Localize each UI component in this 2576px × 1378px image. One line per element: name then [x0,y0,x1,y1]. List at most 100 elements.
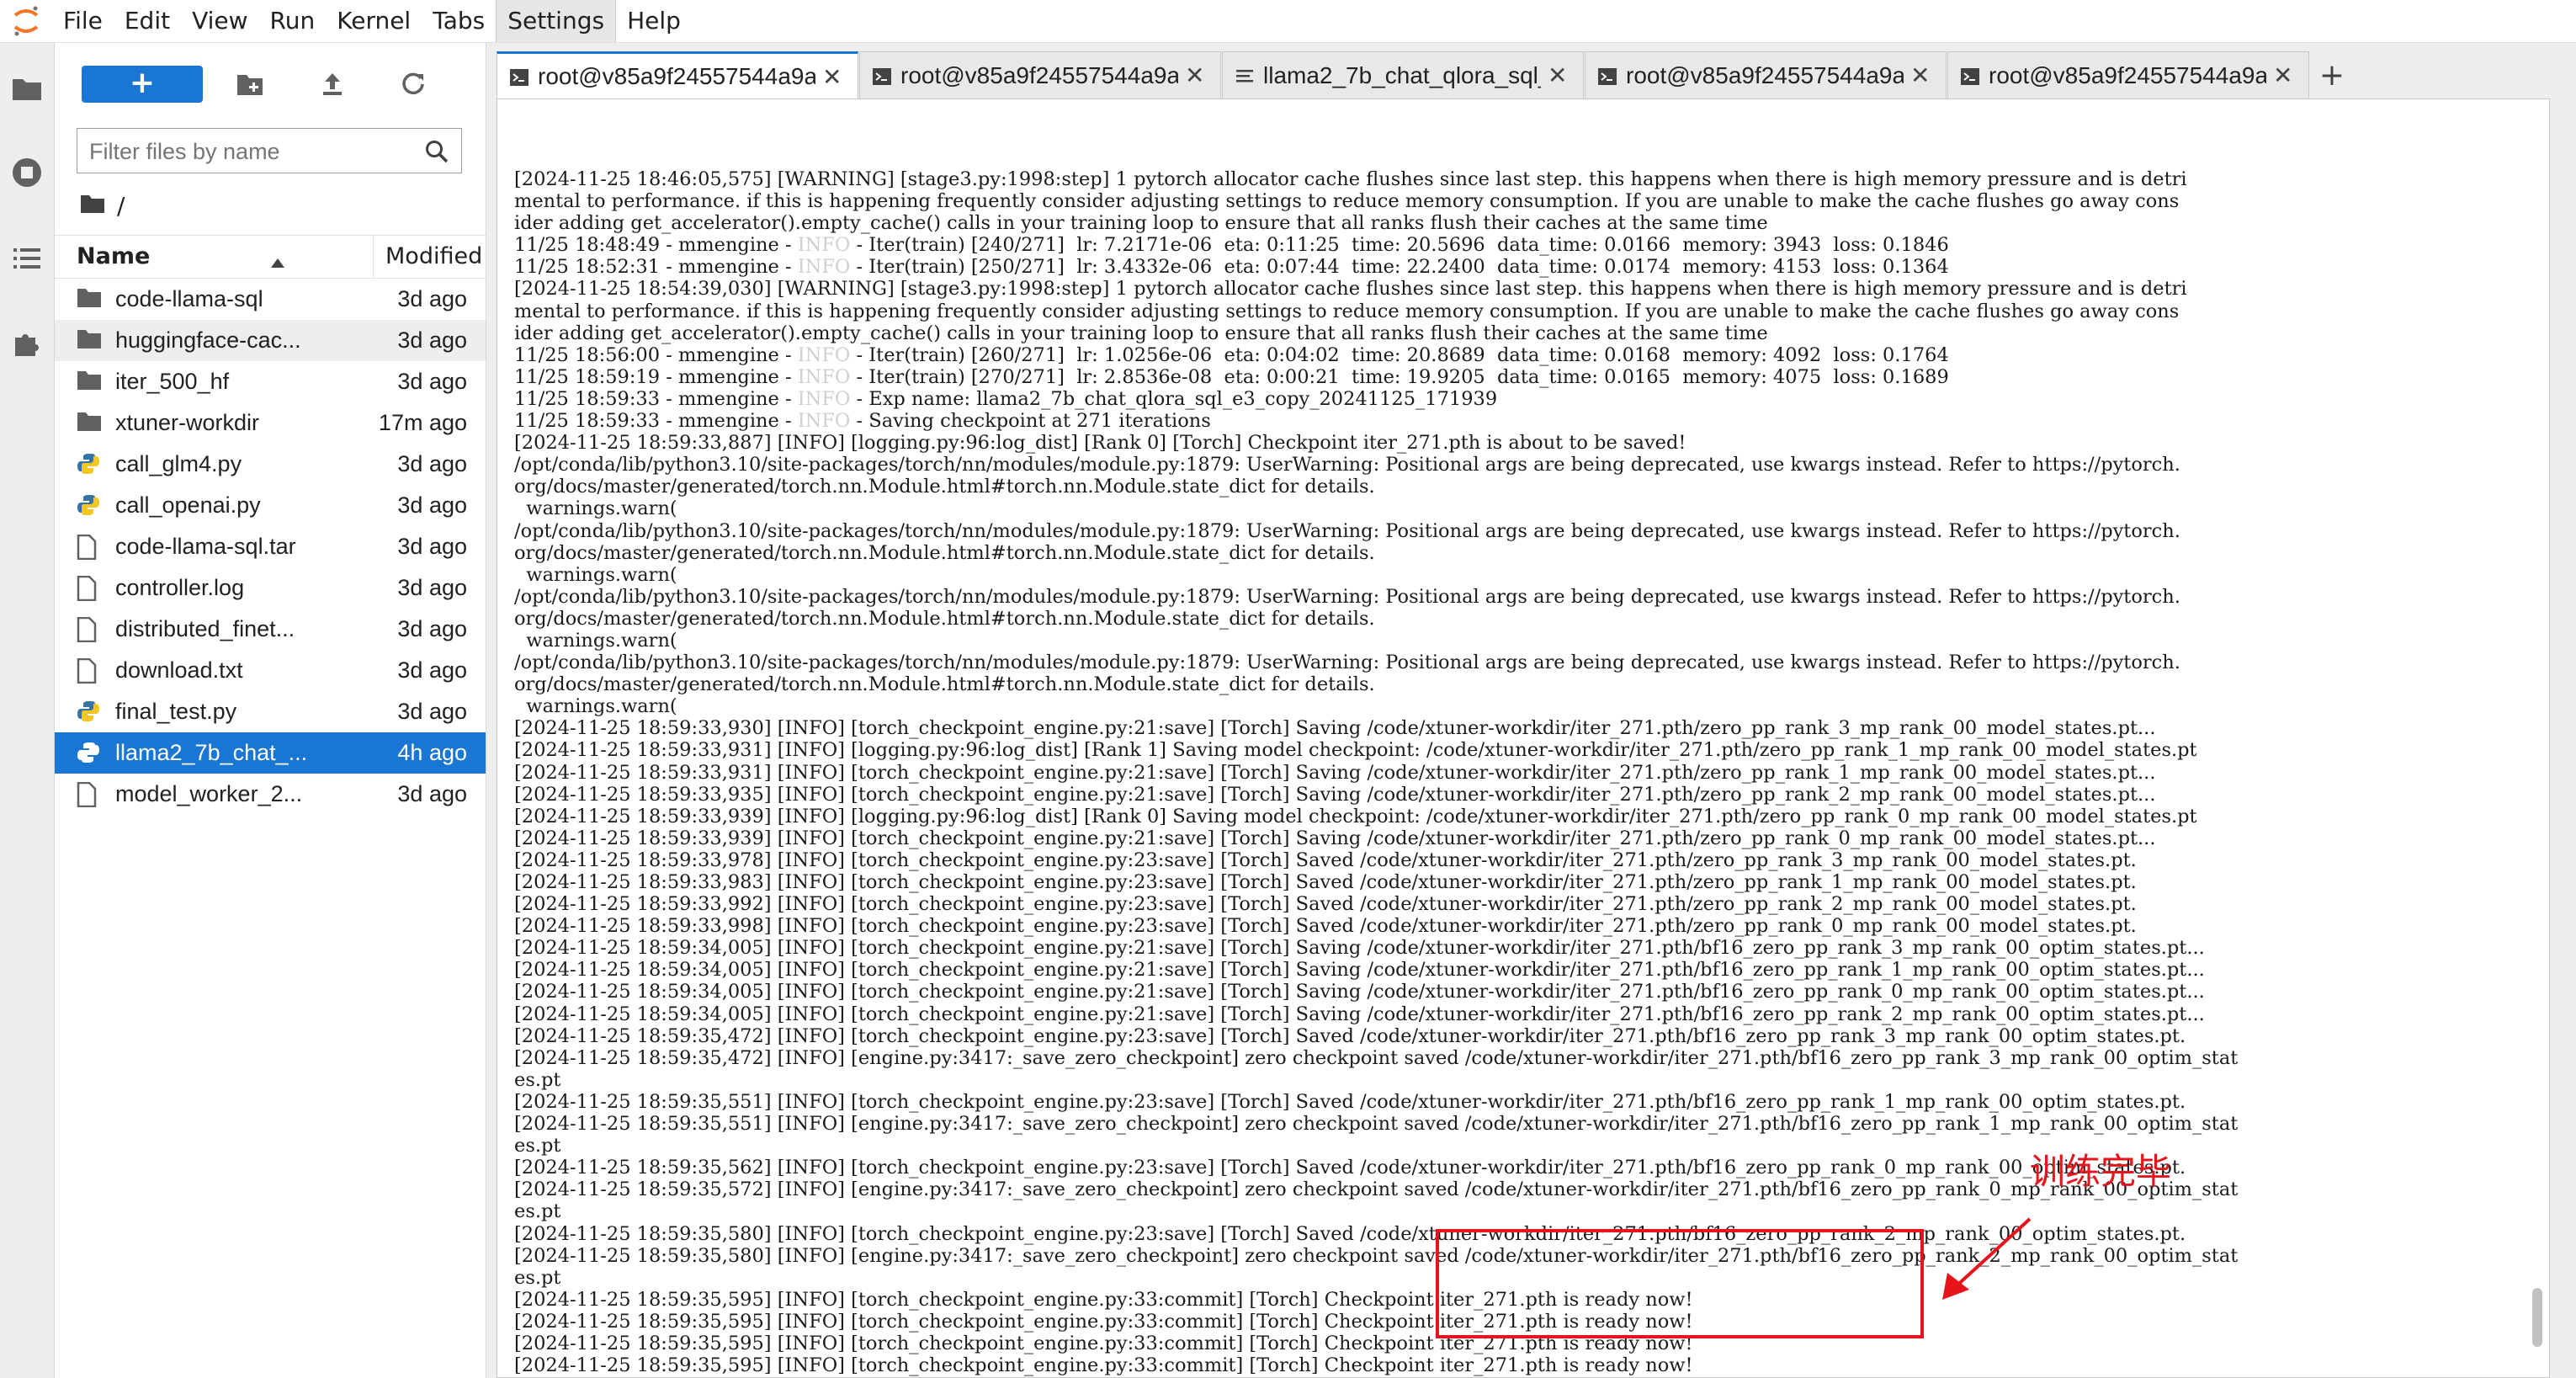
terminal-line: 11/25 18:56:00 - mmengine - INFO - Iter(… [514,343,1949,366]
running-stop-icon[interactable] [8,154,45,191]
terminal-line: org/docs/master/generated/torch.nn.Modul… [514,607,1375,630]
tab-label: llama2_7b_chat_qlora_sql_ [1263,61,1541,88]
file-modified: 3d ago [397,534,467,559]
close-icon[interactable]: ✕ [1910,61,1930,89]
breadcrumb-root[interactable]: / [117,192,125,220]
terminal[interactable]: [2024-11-25 18:46:05,575] [WARNING] [sta… [497,98,2550,1378]
file-row[interactable]: code-llama-sql.tar 3d ago [55,526,486,567]
folder-icon[interactable] [8,70,45,107]
menu-kernel[interactable]: Kernel [326,0,422,42]
new-folder-icon[interactable] [231,66,268,103]
main-area: root@v85a9f24557544a9a ✕ root@v85a9f245575… [486,43,2576,1378]
activity-bar [0,43,55,1378]
terminal-line: [2024-11-25 18:59:34,005] [INFO] [torch_… [514,981,2205,1003]
terminal-line: [2024-11-25 18:59:35,551] [INFO] [engine… [514,1113,2239,1136]
terminal-line: /opt/conda/lib/python3.10/site-packages/… [514,519,2180,542]
terminal-line: [2024-11-25 18:46:05,575] [WARNING] [sta… [514,168,2187,190]
file-browser-toolbar: + [55,56,486,114]
tab-4[interactable]: root@v85a9f24557544a9a ✕ [1585,51,1947,98]
terminal-line: [2024-11-25 18:59:33,939] [INFO] [loggin… [514,805,2197,827]
terminal-line: [2024-11-25 18:59:34,005] [INFO] [torch_… [514,1003,2205,1025]
file-row[interactable]: call_openai.py 3d ago [55,485,486,526]
file-row[interactable]: model_worker_2... 3d ago [55,774,486,815]
file-list-header: Name Modified [55,235,486,279]
file-modified: 3d ago [397,451,467,476]
close-icon[interactable]: ✕ [1185,61,1204,89]
column-header-modified[interactable]: Modified [373,236,486,278]
refresh-icon[interactable] [395,66,432,103]
file-name: llama2_7b_chat_... [115,740,308,765]
terminal-line: [2024-11-25 18:59:35,472] [INFO] [engine… [514,1046,2239,1069]
file-modified: 4h ago [397,740,467,765]
tab-3[interactable]: llama2_7b_chat_qlora_sql_ ✕ [1222,51,1584,98]
filter-files-input[interactable] [88,136,411,168]
menu-settings[interactable]: Settings [496,0,617,42]
terminal-output: [2024-11-25 18:46:05,575] [WARNING] [sta… [514,168,2534,1377]
file-row[interactable]: call_glm4.py 3d ago [55,444,486,485]
file-name: code-llama-sql.tar [115,534,296,559]
file-modified: 17m ago [378,410,467,435]
extension-puzzle-icon[interactable] [8,324,45,361]
file-icon [77,575,102,602]
file-row[interactable]: llama2_7b_chat_... 4h ago [55,732,486,774]
file-row[interactable]: huggingface-cac... 3d ago [55,320,486,361]
terminal-line: 11/25 18:59:33 - mmengine - INFO - Savin… [514,410,1211,433]
terminal-line: [2024-11-25 18:59:33,998] [INFO] [torch_… [514,915,2137,938]
right-sidebar [2550,43,2576,1378]
folder-icon [77,370,102,395]
terminal-icon [872,66,892,86]
close-icon[interactable]: ✕ [822,63,842,91]
tab-2[interactable]: root@v85a9f24557544a9a ✕ [859,51,1221,98]
sort-ascending-icon[interactable] [270,249,285,275]
file-row[interactable]: distributed_finet... 3d ago [55,609,486,650]
close-icon[interactable]: ✕ [2273,61,2292,89]
search-icon[interactable] [424,139,449,164]
breadcrumb: / [80,189,125,222]
folder-icon [77,328,102,354]
file-row[interactable]: download.txt 3d ago [55,650,486,691]
menu-run[interactable]: Run [259,0,327,42]
annotation-arrow-icon [1936,1212,2037,1308]
terminal-line: /opt/conda/lib/python3.10/site-packages/… [514,652,2180,674]
menu-tabs[interactable]: Tabs [422,0,496,42]
tab-1[interactable]: root@v85a9f24557544a9a ✕ [497,51,858,99]
new-launcher-button[interactable]: + [82,66,203,103]
terminal-line: [2024-11-25 18:59:33,935] [INFO] [torch_… [514,783,2156,806]
tab-label: root@v85a9f24557544a9a [900,61,1178,88]
menu-help[interactable]: Help [616,0,692,42]
add-tab-icon[interactable]: + [2310,51,2354,98]
python-file-icon [77,700,102,725]
file-row[interactable]: code-llama-sql 3d ago [55,279,486,320]
python-file-icon [77,452,102,477]
terminal-line: [2024-11-25 18:59:35,572] [INFO] [engine… [514,1178,2239,1201]
table-of-contents-icon[interactable] [8,240,45,277]
tab-5[interactable]: root@v85a9f24557544a9a ✕ [1947,51,2309,98]
file-browser: + / Name Modified code-llama-sql3d agohu… [55,43,486,1378]
file-icon [77,657,102,684]
folder-icon[interactable] [80,192,105,220]
jupyter-logo-icon [0,0,52,42]
file-name: final_test.py [115,699,237,724]
terminal-line: org/docs/master/generated/torch.nn.Modul… [514,673,1375,696]
file-modified: 3d ago [397,286,467,311]
file-name: iter_500_hf [115,369,230,394]
python-file-icon [77,493,102,519]
tab-label: root@v85a9f24557544a9a [538,63,815,89]
file-row[interactable]: xtuner-workdir 17m ago [55,402,486,444]
terminal-line: [2024-11-25 18:59:33,978] [INFO] [torch_… [514,849,2137,871]
menu-file[interactable]: File [52,0,114,42]
file-row[interactable]: controller.log 3d ago [55,567,486,609]
terminal-line: [2024-11-25 18:59:33,983] [INFO] [torch_… [514,871,2137,893]
terminal-line: [2024-11-25 18:59:35,472] [INFO] [torch_… [514,1024,2186,1047]
terminal-line: org/docs/master/generated/torch.nn.Modul… [514,476,1375,498]
menu-edit[interactable]: Edit [114,0,181,42]
menu-view[interactable]: View [181,0,258,42]
filter-box [77,128,462,173]
file-modified: 3d ago [397,369,467,394]
file-row[interactable]: final_test.py 3d ago [55,691,486,732]
file-row[interactable]: iter_500_hf 3d ago [55,361,486,402]
close-icon[interactable]: ✕ [1548,61,1567,89]
terminal-scrollbar[interactable] [2532,1288,2542,1347]
column-header-name[interactable]: Name [77,236,150,278]
upload-icon[interactable] [314,66,351,103]
